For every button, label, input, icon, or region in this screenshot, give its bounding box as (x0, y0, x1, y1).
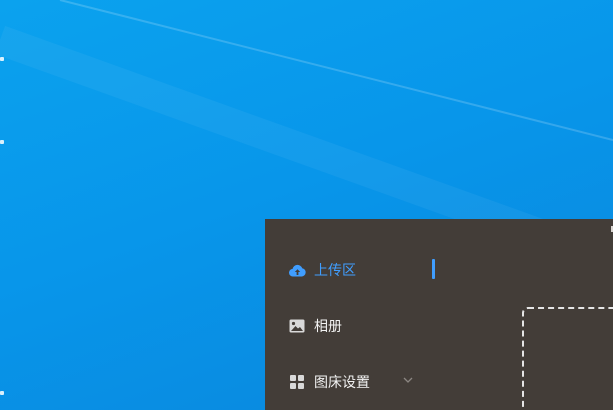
side-menu: 上传区 相册 图床设置 (265, 242, 445, 410)
picgo-main-window: 上传区 相册 图床设置 (265, 219, 613, 410)
menu-item-upload[interactable]: 上传区 (265, 242, 445, 298)
menu-item-label: 图床设置 (314, 375, 370, 391)
picture-icon (288, 317, 306, 335)
upload-dropzone[interactable] (522, 307, 613, 410)
menu-item-gallery[interactable]: 相册 (265, 298, 445, 354)
active-indicator (432, 259, 435, 279)
grid-icon (288, 373, 306, 391)
desktop: 上传区 相册 图床设置 (0, 0, 613, 410)
menu-item-label: 相册 (314, 319, 342, 335)
cloud-upload-icon (288, 261, 306, 279)
desktop-icon-fragment[interactable] (0, 54, 6, 64)
menu-item-label: 上传区 (314, 263, 356, 279)
desktop-icon-fragment[interactable] (0, 388, 6, 398)
chevron-down-icon[interactable] (402, 374, 414, 386)
desktop-icon-fragment[interactable] (0, 137, 6, 147)
menu-item-picbed-settings[interactable]: 图床设置 (265, 354, 445, 410)
